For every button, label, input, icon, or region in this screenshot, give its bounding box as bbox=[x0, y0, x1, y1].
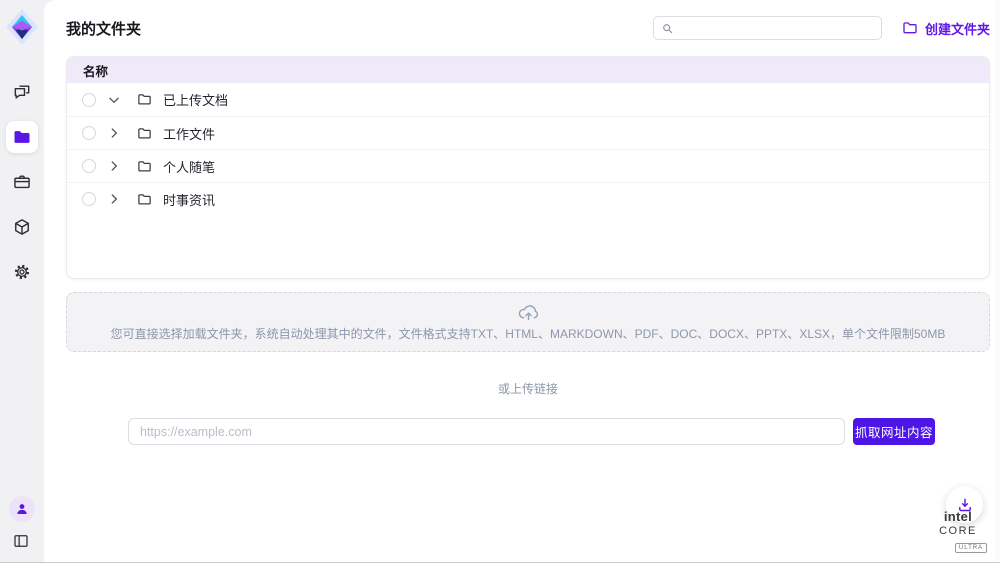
folder-icon bbox=[137, 192, 152, 207]
search-icon bbox=[661, 22, 674, 35]
chevron-right-icon[interactable] bbox=[107, 192, 121, 206]
sidebar-item-chat[interactable] bbox=[6, 76, 38, 108]
folder-name: 个人随笔 bbox=[163, 157, 215, 176]
search-box[interactable] bbox=[653, 16, 882, 40]
folder-name: 工作文件 bbox=[163, 124, 215, 143]
collapse-sidebar-button[interactable] bbox=[12, 532, 32, 552]
gear-icon bbox=[12, 262, 32, 282]
sidebar-panel-icon bbox=[12, 532, 30, 550]
sidebar-item-settings[interactable] bbox=[6, 256, 38, 288]
create-folder-button[interactable]: 创建文件夹 bbox=[902, 19, 990, 38]
create-folder-label: 创建文件夹 bbox=[925, 19, 990, 38]
folder-name: 时事资讯 bbox=[163, 190, 215, 209]
upload-hint-text: 您可直接选择加载文件夹，系统自动处理其中的文件，文件格式支持TXT、HTML、M… bbox=[111, 325, 946, 342]
folder-icon bbox=[12, 127, 32, 147]
folder-table: 名称 已上传文档 工作文件 bbox=[66, 56, 990, 279]
table-row[interactable]: 已上传文档 bbox=[67, 83, 989, 116]
person-icon bbox=[14, 501, 30, 517]
intel-core-badge: intel core ultra bbox=[927, 510, 989, 553]
fetch-url-button[interactable]: 抓取网址内容 bbox=[853, 418, 935, 445]
folder-icon bbox=[137, 159, 152, 174]
topbar: 我的文件夹 创建文件夹 bbox=[66, 0, 990, 56]
core-wordmark: core bbox=[939, 525, 977, 537]
row-checkbox[interactable] bbox=[82, 192, 96, 206]
or-upload-link-label: 或上传链接 bbox=[66, 380, 990, 397]
search-input[interactable] bbox=[679, 21, 874, 35]
folder-plus-icon bbox=[902, 20, 918, 36]
folder-icon bbox=[137, 92, 152, 107]
cube-icon bbox=[12, 217, 32, 237]
chevron-down-icon[interactable] bbox=[107, 93, 121, 107]
user-avatar[interactable] bbox=[9, 496, 35, 522]
folder-name: 已上传文档 bbox=[163, 90, 228, 109]
table-row[interactable]: 工作文件 bbox=[67, 116, 989, 149]
main-panel: 我的文件夹 创建文件夹 名称 已上传文档 bbox=[44, 0, 1000, 562]
url-input[interactable] bbox=[128, 418, 845, 445]
briefcase-icon bbox=[12, 172, 32, 192]
url-upload-row: 抓取网址内容 bbox=[128, 418, 935, 445]
chevron-right-icon[interactable] bbox=[107, 126, 121, 140]
cloud-upload-icon bbox=[517, 302, 540, 322]
table-row[interactable]: 个人随笔 bbox=[67, 149, 989, 182]
ultra-badge: ultra bbox=[955, 543, 987, 553]
row-checkbox[interactable] bbox=[82, 126, 96, 140]
upload-dropzone[interactable]: 您可直接选择加载文件夹，系统自动处理其中的文件，文件格式支持TXT、HTML、M… bbox=[66, 292, 990, 352]
table-header-name: 名称 bbox=[67, 57, 989, 83]
chevron-right-icon[interactable] bbox=[107, 159, 121, 173]
page-title: 我的文件夹 bbox=[66, 18, 141, 39]
sidebar-item-folders[interactable] bbox=[6, 121, 38, 153]
app-logo-icon bbox=[5, 8, 39, 46]
sidebar bbox=[0, 0, 44, 562]
chat-icon bbox=[12, 82, 32, 102]
intel-wordmark: intel bbox=[944, 509, 972, 524]
sidebar-item-toolbox[interactable] bbox=[6, 166, 38, 198]
row-checkbox[interactable] bbox=[82, 159, 96, 173]
sidebar-item-models[interactable] bbox=[6, 211, 38, 243]
row-checkbox[interactable] bbox=[82, 93, 96, 107]
table-row[interactable]: 时事资讯 bbox=[67, 182, 989, 215]
folder-icon bbox=[137, 126, 152, 141]
